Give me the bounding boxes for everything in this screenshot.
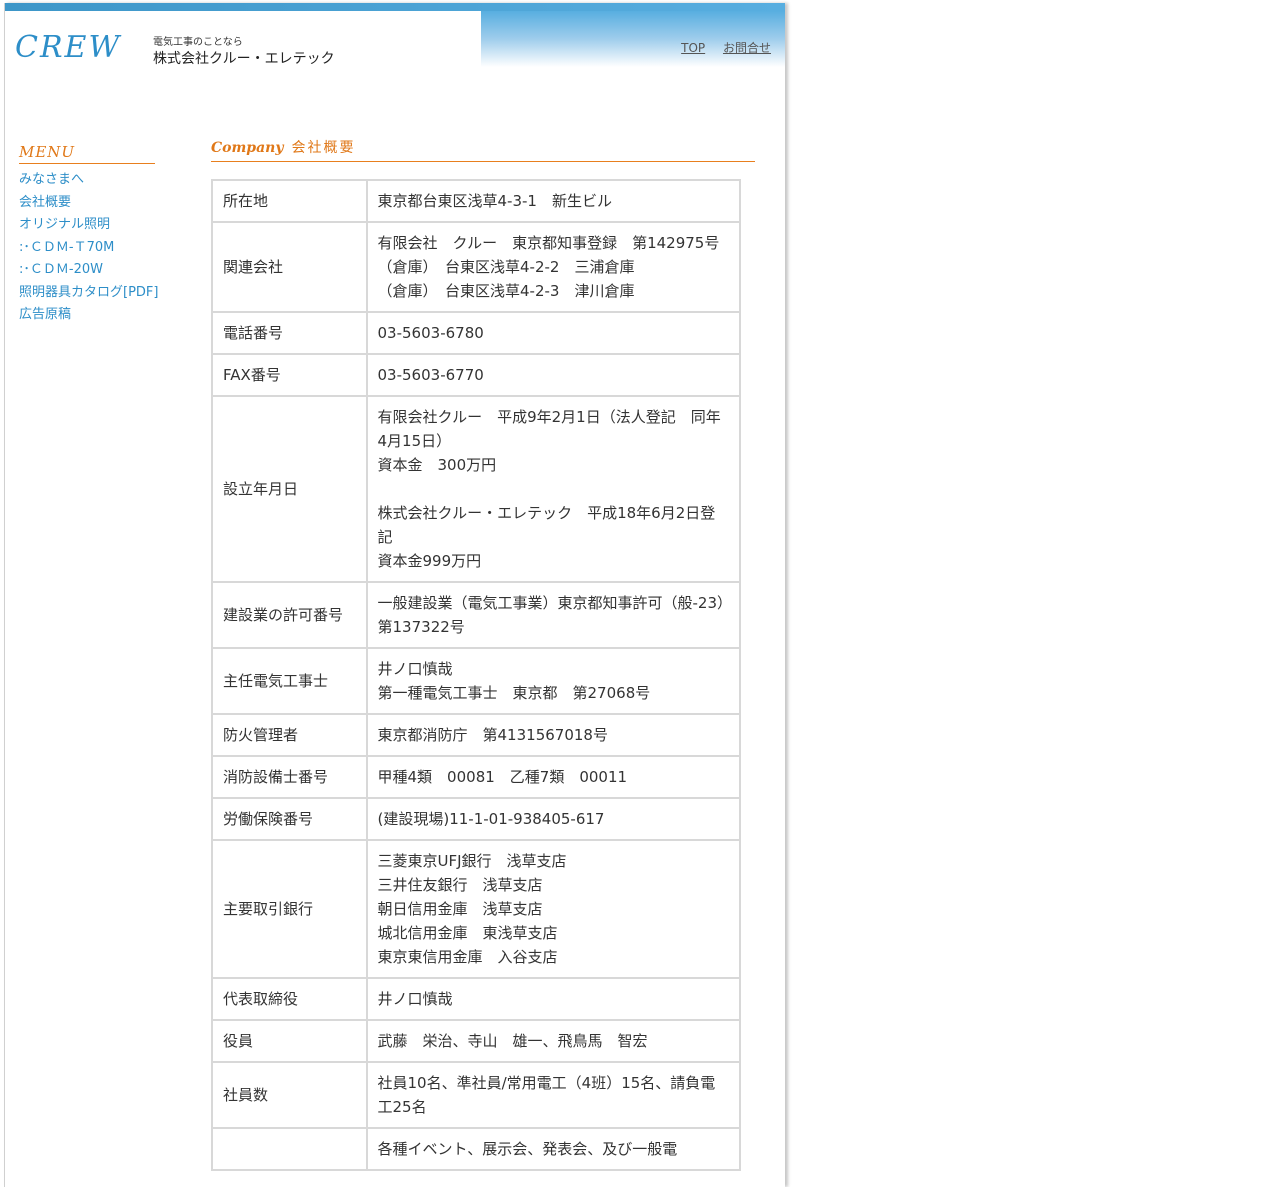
row-value: 一般建設業（電気工事業）東京都知事許可（般-23）第137322号 xyxy=(365,581,742,649)
menu-item-cdm-20w[interactable]: :･ＣＤＭ-20W xyxy=(19,259,158,282)
row-value-line: 三菱東京UFJ銀行 浅草支店 xyxy=(377,852,567,870)
menu-item-greeting[interactable]: みなさまへ xyxy=(19,169,158,192)
row-value: 社員10名、準社員/常用電工（4班）15名、請負電工25名 xyxy=(365,1061,742,1129)
table-row: 主要取引銀行 三菱東京UFJ銀行 浅草支店 三井住友銀行 浅草支店 朝日信用金庫 浅草… xyxy=(211,839,742,979)
row-value-line: 有限会社 クルー 東京都知事登録 第142975号 xyxy=(377,234,720,252)
row-value-line: (建設現場)11-1-01-938405-617 xyxy=(377,810,605,828)
section-title-ja: 会社概要 xyxy=(291,140,356,156)
row-label: 電話番号 xyxy=(211,311,368,355)
row-value-line: 東京都台東区浅草4-3-1 新生ビル xyxy=(377,192,612,210)
menu-item-cdm-t70m[interactable]: :･ＣＤＭ-Ｔ70M xyxy=(19,237,158,260)
row-value-line: 社員10名、準社員/常用電工（4班）15名、請負電工25名 xyxy=(377,1074,716,1116)
menu-title: MENU xyxy=(19,143,155,164)
row-label: 主要取引銀行 xyxy=(211,839,368,979)
row-value: (建設現場)11-1-01-938405-617 xyxy=(365,797,742,841)
row-value: 甲種4類 00081 乙種7類 00011 xyxy=(365,755,742,799)
table-row: 防火管理者 東京都消防庁 第4131567018号 xyxy=(211,713,742,757)
row-value-line xyxy=(378,477,729,501)
header-tagline: 電気工事のことなら xyxy=(153,37,243,48)
row-value: 有限会社 クルー 東京都知事登録 第142975号 （倉庫） 台東区浅草4-2-2… xyxy=(365,221,742,313)
row-value-line: 武藤 栄治、寺山 雄一、飛鳥馬 智宏 xyxy=(377,1032,648,1050)
company-info-table: 所在地 東京都台東区浅草4-3-1 新生ビル 関連会社 有限会社 クルー 東京都知事登… xyxy=(211,179,742,1171)
table-row: 労働保険番号 (建設現場)11-1-01-938405-617 xyxy=(211,797,742,841)
table-row: 関連会社 有限会社 クルー 東京都知事登録 第142975号 （倉庫） 台東区浅草4… xyxy=(211,221,742,313)
table-row: 主任電気工事士 井ノ口慎哉第一種電気工事士 東京都 第27068号 xyxy=(211,647,742,715)
sidebar-menu: みなさまへ 会社概要 オリジナル照明 :･ＣＤＭ-Ｔ70M :･ＣＤＭ-20W … xyxy=(19,169,158,327)
row-label: 設立年月日 xyxy=(211,395,368,583)
row-value-line: 資本金 300万円 xyxy=(377,456,497,474)
row-value-line: 井ノ口慎哉 xyxy=(377,990,453,1008)
company-info-body: 所在地 東京都台東区浅草4-3-1 新生ビル 関連会社 有限会社 クルー 東京都知事登… xyxy=(211,179,742,1171)
table-row: 設立年月日 有限会社クルー 平成9年2月1日（法人登記 同年4月15日） 資本金 3… xyxy=(211,395,742,583)
row-value-line: 井ノ口慎哉 xyxy=(377,660,453,678)
row-value-line: 朝日信用金庫 浅草支店 xyxy=(377,900,543,918)
menu-item-ad-manuscript[interactable]: 広告原稿 xyxy=(19,304,158,327)
menu-item-original-lighting[interactable]: オリジナル照明 xyxy=(19,214,158,237)
row-label: 所在地 xyxy=(211,179,368,223)
row-value-line: 有限会社クルー 平成9年2月1日（法人登記 同年4月15日） xyxy=(377,408,721,450)
table-row: FAX番号 03-5603-6770 xyxy=(211,353,742,397)
row-label: 防火管理者 xyxy=(211,713,368,757)
row-value: 03-5603-6770 xyxy=(365,353,742,397)
section-title: Company 会社概要 xyxy=(211,137,755,162)
row-value-line: 03-5603-6770 xyxy=(377,366,484,384)
row-value: 井ノ口慎哉第一種電気工事士 東京都 第27068号 xyxy=(365,647,742,715)
row-value-line: 株式会社クルー・エレテック 平成18年6月2日登記 xyxy=(377,504,716,546)
top-nav: TOP お問合せ xyxy=(667,39,771,56)
row-value-line: 東京都消防庁 第4131567018号 xyxy=(377,726,608,744)
row-value-line: （倉庫） 台東区浅草4-2-3 津川倉庫 xyxy=(377,282,635,300)
row-value-line: 資本金999万円 xyxy=(377,552,482,570)
row-label: FAX番号 xyxy=(211,353,368,397)
table-row: 役員 武藤 栄治、寺山 雄一、飛鳥馬 智宏 xyxy=(211,1019,742,1063)
row-label: 代表取締役 xyxy=(211,977,368,1021)
row-value: 03-5603-6780 xyxy=(365,311,742,355)
row-value-line: 一般建設業（電気工事業）東京都知事許可（般-23）第137322号 xyxy=(377,594,725,636)
table-row: 社員数 社員10名、準社員/常用電工（4班）15名、請負電工25名 xyxy=(211,1061,742,1129)
row-value-line: 03-5603-6780 xyxy=(377,324,484,342)
row-label: 関連会社 xyxy=(211,221,368,313)
row-value-line: 甲種4類 00081 乙種7類 00011 xyxy=(377,768,628,786)
row-value: 東京都消防庁 第4131567018号 xyxy=(365,713,742,757)
row-value: 各種イベント、展示会、発表会、及び一般電 xyxy=(365,1127,742,1171)
row-value: 井ノ口慎哉 xyxy=(365,977,742,1021)
nav-contact-link[interactable]: お問合せ xyxy=(723,41,771,55)
menu-item-catalog-pdf[interactable]: 照明器具カタログ[PDF] xyxy=(19,282,158,305)
menu-item-company[interactable]: 会社概要 xyxy=(19,192,158,215)
table-row: 各種イベント、展示会、発表会、及び一般電 xyxy=(211,1127,742,1171)
row-label: 建設業の許可番号 xyxy=(211,581,368,649)
crew-logo[interactable]: CREW xyxy=(15,33,121,63)
page: CREW 電気工事のことなら 株式会社クルー・エレテック TOP お問合せ ME… xyxy=(4,3,785,1187)
section-title-en: Company xyxy=(211,140,284,156)
table-row: 消防設備士番号 甲種4類 00081 乙種7類 00011 xyxy=(211,755,742,799)
row-value-line: 東京東信用金庫 入谷支店 xyxy=(377,948,558,966)
row-value-line: 三井住友銀行 浅草支店 xyxy=(377,876,543,894)
row-value-line: 第一種電気工事士 東京都 第27068号 xyxy=(377,684,651,702)
row-value-line: （倉庫） 台東区浅草4-2-2 三浦倉庫 xyxy=(377,258,635,276)
nav-top-link[interactable]: TOP xyxy=(681,41,705,55)
table-row: 建設業の許可番号 一般建設業（電気工事業）東京都知事許可（般-23）第137322… xyxy=(211,581,742,649)
header-top-bar xyxy=(5,3,785,11)
row-value: 三菱東京UFJ銀行 浅草支店 三井住友銀行 浅草支店 朝日信用金庫 浅草支店 城北信用… xyxy=(365,839,742,979)
row-label: 主任電気工事士 xyxy=(211,647,368,715)
row-value: 東京都台東区浅草4-3-1 新生ビル xyxy=(365,179,742,223)
header: CREW 電気工事のことなら 株式会社クルー・エレテック TOP お問合せ xyxy=(5,3,785,83)
row-value: 有限会社クルー 平成9年2月1日（法人登記 同年4月15日） 資本金 300万円 … xyxy=(365,395,742,583)
row-value-line: 各種イベント、展示会、発表会、及び一般電 xyxy=(377,1140,678,1158)
header-company-name: 株式会社クルー・エレテック xyxy=(153,51,335,67)
table-row: 電話番号 03-5603-6780 xyxy=(211,311,742,355)
row-label: 労働保険番号 xyxy=(211,797,368,841)
row-value-line: 城北信用金庫 東浅草支店 xyxy=(377,924,558,942)
row-label: 消防設備士番号 xyxy=(211,755,368,799)
row-label: 社員数 xyxy=(211,1061,368,1129)
table-row: 所在地 東京都台東区浅草4-3-1 新生ビル xyxy=(211,179,742,223)
row-label: 役員 xyxy=(211,1019,368,1063)
table-row: 代表取締役 井ノ口慎哉 xyxy=(211,977,742,1021)
row-label xyxy=(211,1127,368,1171)
row-value: 武藤 栄治、寺山 雄一、飛鳥馬 智宏 xyxy=(365,1019,742,1063)
